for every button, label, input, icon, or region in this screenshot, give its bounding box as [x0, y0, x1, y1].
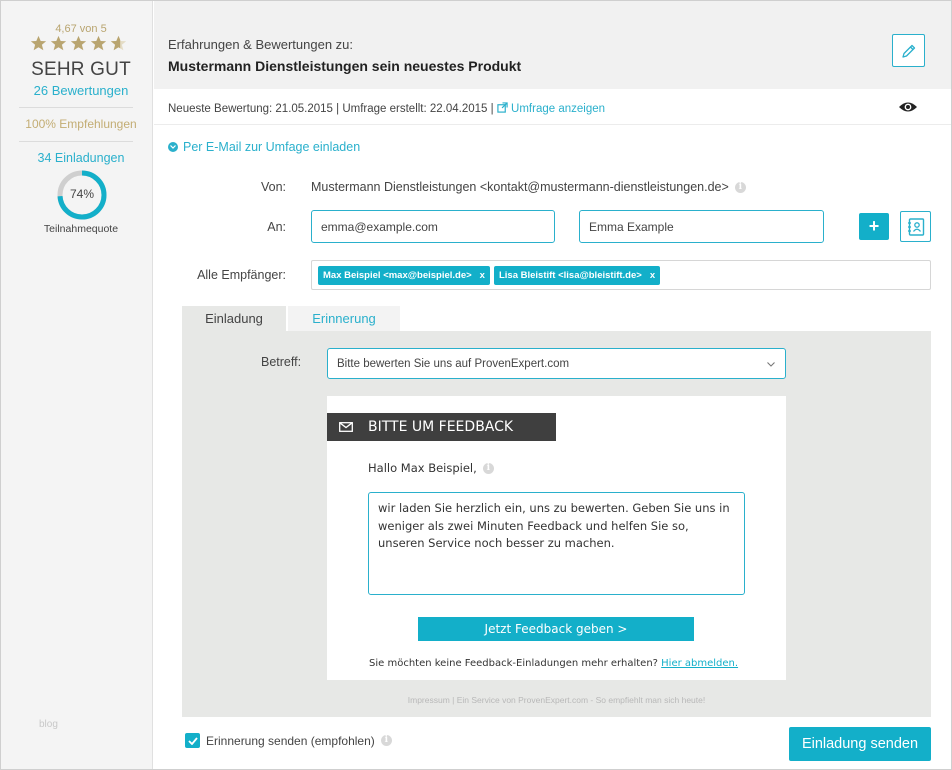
show-survey-link[interactable]: Umfrage anzeigen — [497, 102, 606, 115]
subject-label: Betreff: — [261, 355, 302, 369]
divider — [154, 124, 951, 125]
divider — [19, 141, 133, 142]
email-invite-toggle[interactable]: Per E-Mail zur Umfage einladen — [168, 140, 360, 154]
add-recipient-button[interactable]: + — [859, 213, 889, 240]
email-preview: BITTE UM FEEDBACK Hallo Max Beispiel, i … — [327, 396, 786, 680]
unsubscribe-row: Sie möchten keine Feedback-Einladungen m… — [369, 658, 738, 669]
email-footer-note: Impressum | Ein Service von ProvenExpert… — [407, 695, 706, 705]
from-value: Mustermann Dienstleistungen <kontakt@mus… — [311, 180, 729, 194]
star-icon — [70, 35, 87, 51]
checkmark-icon — [187, 736, 198, 745]
external-link-icon — [497, 102, 508, 113]
page-header: Erfahrungen & Bewertungen zu: Mustermann… — [154, 1, 951, 89]
chevron-down-icon — [767, 349, 775, 379]
email-heading-bar: BITTE UM FEEDBACK — [327, 413, 556, 441]
email-greeting-row: Hallo Max Beispiel, i — [368, 461, 494, 475]
show-survey-label: Umfrage anzeigen — [511, 103, 606, 115]
reviews-count[interactable]: 26 Bewertungen — [1, 83, 161, 98]
rating-word: SEHR GUT — [31, 59, 131, 80]
invitations-count[interactable]: 34 Einladungen — [1, 151, 161, 165]
blog-link[interactable]: blog — [39, 719, 58, 730]
chevron-down-icon — [168, 142, 178, 152]
participation-caption: Teilnahmequote — [43, 223, 119, 235]
reminder-checkbox-label: Erinnerung senden (empfohlen) — [206, 733, 375, 748]
address-book-button[interactable] — [900, 211, 931, 242]
from-label: Von: — [260, 180, 286, 194]
reminder-checkbox[interactable] — [185, 733, 200, 748]
info-icon[interactable]: i — [380, 735, 392, 746]
all-recipients-label: Alle Empfänger: — [197, 268, 286, 282]
recipient-chip-label: Lisa Bleistift <lisa@bleistift.de> — [498, 269, 642, 281]
latest-review-date: Neueste Bewertung: 21.05.2015 — [168, 103, 333, 115]
header-subtitle: Erfahrungen & Bewertungen zu: — [168, 37, 354, 52]
envelope-icon — [339, 422, 353, 432]
email-invite-label: Per E-Mail zur Umfage einladen — [183, 140, 361, 154]
subject-selected: Bitte bewerten Sie uns auf ProvenExpert.… — [337, 358, 570, 370]
star-icon — [50, 35, 67, 51]
subject-select[interactable]: Bitte bewerten Sie uns auf ProvenExpert.… — [327, 348, 786, 379]
recipient-chip: Lisa Bleistift <lisa@bleistift.de> x — [493, 265, 661, 285]
tab-invitation[interactable]: Einladung — [182, 306, 286, 332]
unsubscribe-text: Sie möchten keine Feedback-Einladungen m… — [369, 658, 658, 669]
email-heading: BITTE UM FEEDBACK — [368, 419, 514, 435]
recipients-list[interactable]: Max Beispiel <max@beispiel.de> x Lisa Bl… — [311, 260, 931, 290]
recipient-chip-label: Max Beispiel <max@beispiel.de> — [323, 269, 472, 281]
from-field: Mustermann Dienstleistungen <kontakt@mus… — [311, 180, 746, 194]
recipient-email-input[interactable] — [311, 210, 555, 243]
divider — [19, 107, 133, 108]
edit-button[interactable] — [892, 34, 925, 67]
star-icon — [90, 35, 107, 51]
page-title: Mustermann Dienstleistungen sein neueste… — [168, 58, 522, 74]
survey-created-date: Umfrage erstellt: 22.04.2015 — [342, 103, 488, 115]
remove-recipient-button[interactable]: x — [480, 270, 485, 281]
meta-row: Neueste Bewertung: 21.05.2015 | Umfrage … — [168, 102, 605, 115]
info-icon[interactable]: i — [734, 181, 746, 193]
sidebar: 4,67 von 5 SEHR GUT 26 Bewertungen 100% … — [1, 1, 153, 769]
give-feedback-button[interactable]: Jetzt Feedback geben > — [418, 617, 694, 641]
reminder-checkbox-row[interactable]: Erinnerung senden (empfohlen) i — [185, 733, 392, 748]
rating-score: 4,67 von 5 — [55, 23, 107, 35]
pencil-icon — [901, 44, 915, 58]
participation-percent: 74% — [69, 187, 95, 201]
recipient-name-input[interactable] — [579, 210, 824, 243]
star-icon — [30, 35, 47, 51]
star-half-icon — [110, 35, 127, 51]
eye-icon[interactable] — [898, 100, 918, 114]
email-greeting: Hallo Max Beispiel, — [368, 461, 477, 475]
star-rating — [30, 35, 127, 52]
recommendations-rate: 100% Empfehlungen — [25, 117, 137, 131]
to-label: An: — [267, 220, 286, 234]
address-book-icon — [907, 217, 924, 236]
tab-reminder[interactable]: Erinnerung — [288, 306, 400, 332]
send-invitation-button[interactable]: Einladung senden — [789, 727, 931, 761]
recipient-chip: Max Beispiel <max@beispiel.de> x — [318, 265, 490, 285]
remove-recipient-button[interactable]: x — [650, 270, 655, 281]
unsubscribe-link[interactable]: Hier abmelden. — [661, 658, 738, 669]
email-body-textarea[interactable]: wir laden Sie herzlich ein, uns zu bewer… — [368, 492, 745, 595]
info-icon[interactable]: i — [482, 462, 494, 474]
